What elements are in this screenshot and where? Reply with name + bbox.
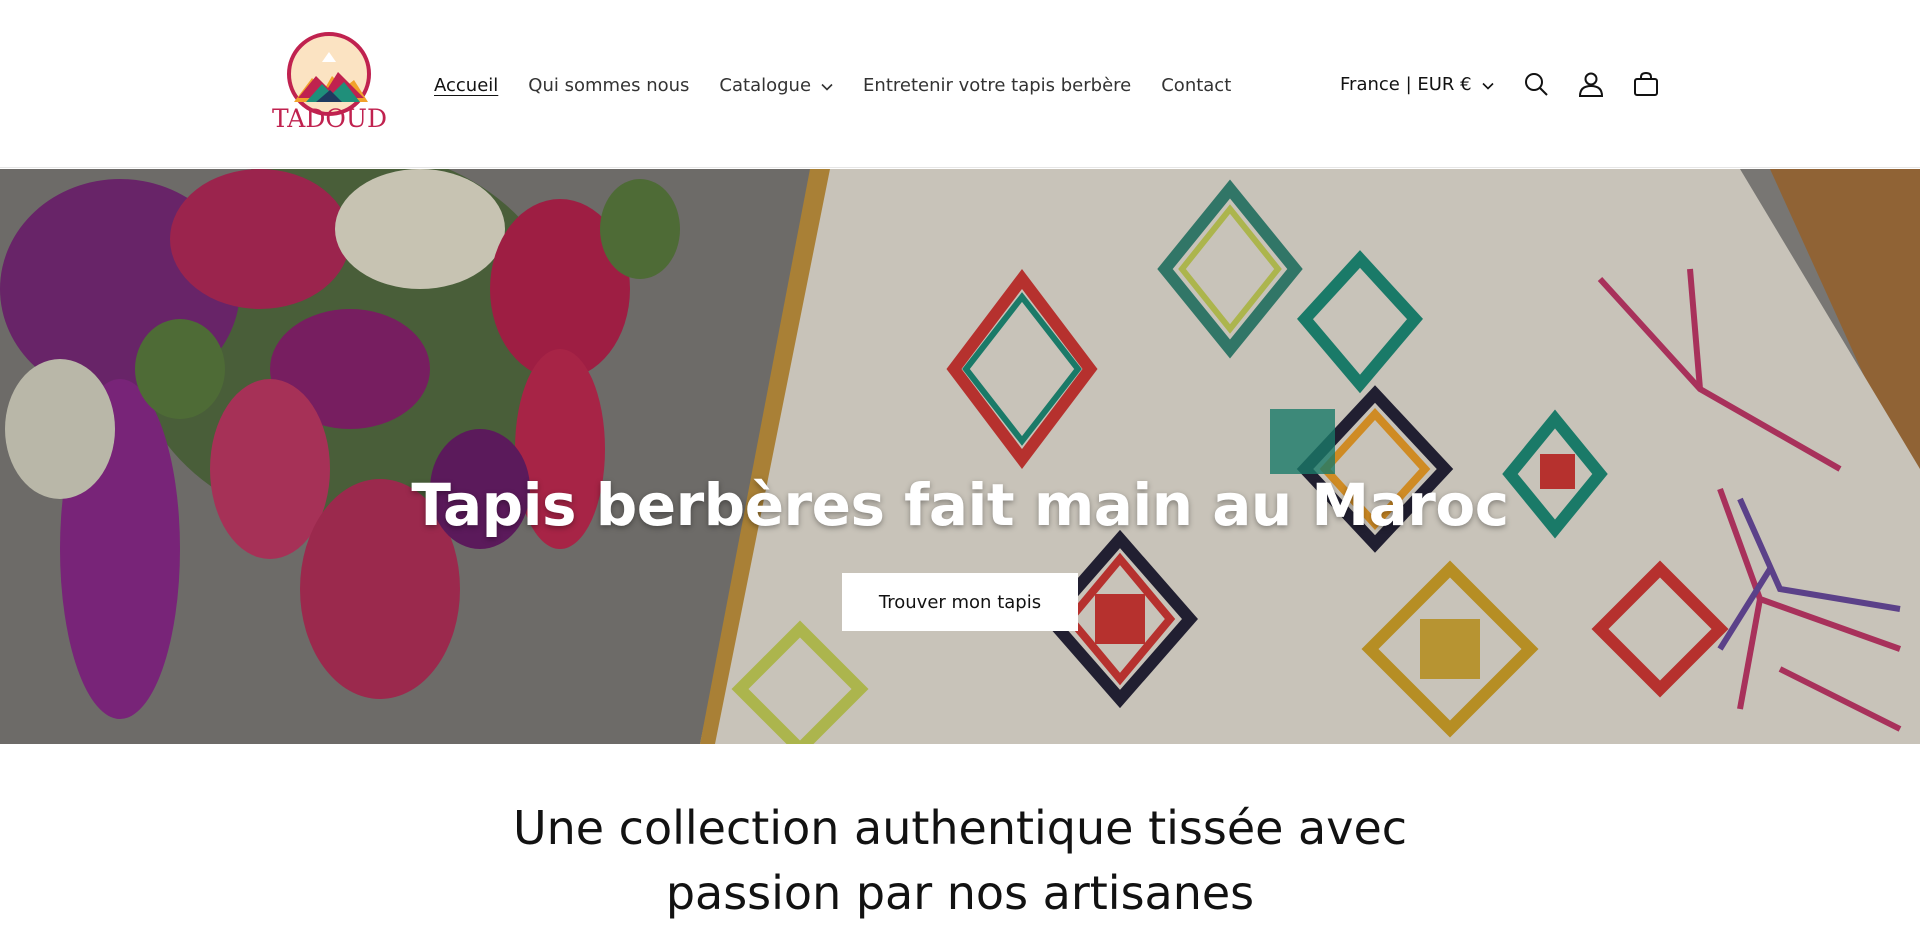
site-header: TADOUD Accueil Qui sommes nous Catalogue… <box>0 0 1920 168</box>
intro-heading-line-1: Une collection authentique tissée avec <box>512 801 1408 855</box>
brand-name: TADOUD <box>272 104 388 133</box>
cart-icon[interactable] <box>1626 64 1666 104</box>
search-icon[interactable] <box>1516 64 1556 104</box>
hero-banner: Tapis berbères fait main au Maroc Trouve… <box>0 169 1920 744</box>
nav-item-catalogue[interactable]: Catalogue <box>719 75 833 96</box>
currency-selector-label: France | EUR € <box>1340 73 1472 95</box>
main-nav: Accueil Qui sommes nous Catalogue Entret… <box>434 70 1261 100</box>
chevron-down-icon <box>1482 74 1494 95</box>
nav-item-accueil[interactable]: Accueil <box>434 75 498 96</box>
header-actions: France | EUR € <box>1340 64 1666 104</box>
currency-selector[interactable]: France | EUR € <box>1340 74 1494 95</box>
hero-title: Tapis berbères fait main au Maroc <box>411 471 1509 539</box>
hero-background-image <box>0 169 1920 744</box>
nav-item-entretenir[interactable]: Entretenir votre tapis berbère <box>863 75 1131 96</box>
intro-heading: Une collection authentique tissée avec p… <box>0 796 1920 926</box>
nav-item-qui-sommes-nous[interactable]: Qui sommes nous <box>528 75 689 96</box>
account-icon[interactable] <box>1571 64 1611 104</box>
nav-item-contact[interactable]: Contact <box>1161 75 1231 96</box>
intro-heading-line-2: passion par nos artisanes <box>665 866 1255 920</box>
nav-item-catalogue-label: Catalogue <box>719 74 812 96</box>
brand-logo[interactable]: TADOUD <box>272 32 388 136</box>
find-rug-button[interactable]: Trouver mon tapis <box>842 573 1078 631</box>
chevron-down-icon <box>821 75 833 96</box>
